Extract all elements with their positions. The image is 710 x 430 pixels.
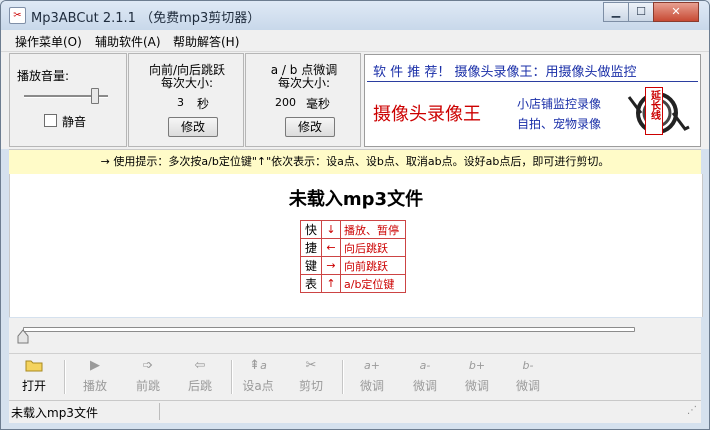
app-window: ✂ Mp3ABCut 2.1.1 （免费mp3剪切器） ▁ ☐ ✕ 操作菜单(O… [0,0,710,430]
ad-badge: 延长线 [645,87,663,135]
shortcut-row: 表 ↑ a/b定位键 [300,274,406,293]
shortcut-arrow-icon: ↓ [321,220,341,239]
usage-tip-bar: → 使用提示：多次按a/b定位键"↑"依次表示：设a点、设b点、取消ab点。设好… [9,149,701,175]
cut-button[interactable]: ✂ 剪切 [290,358,332,394]
forward-jump-icon: ➩ [142,358,154,373]
cut-label: 剪切 [298,379,323,393]
ab-adjust-value: 200 [275,96,296,109]
b-minus-adjust-button[interactable]: b- 微调 [507,358,549,394]
jump-subtitle: 每次大小: [160,76,214,90]
jump-backward-button[interactable]: ⇦ 后跳 [179,358,221,394]
seek-thumb[interactable] [17,329,29,344]
seek-area [9,318,701,353]
shortcut-action: 播放、暂停 [340,220,406,239]
b-plus-adjust-button[interactable]: b+ 微调 [456,358,498,394]
close-button[interactable]: ✕ [653,2,699,22]
b-minus-icon: b- [522,359,534,372]
backward-jump-icon: ⇦ [194,358,206,373]
volume-label: 播放音量: [17,69,70,83]
toolbar-separator [231,360,233,394]
minimize-button[interactable]: ▁ [603,2,629,22]
ad-line-2: 自拍、宠物录像 [517,117,602,131]
jump-forward-label: 前跳 [135,379,160,393]
status-bar: 未载入mp3文件 ⋰ [9,400,701,423]
mute-label: 静音 [62,115,87,129]
a-plus-icon: a+ [364,359,380,372]
jump-group: 向前/向后跳跃 每次大小: 3 秒 修改 [128,53,244,147]
shortcut-key-char: 捷 [300,238,322,257]
a-minus-label: 微调 [412,379,437,393]
maximize-button[interactable]: ☐ [628,2,654,22]
ab-adjust-edit-button[interactable]: 修改 [285,117,335,137]
menu-help[interactable]: 帮助解答(H) [173,33,239,50]
toolbar-separator [64,360,66,394]
set-a-point-button[interactable]: ⇞a 设a点 [237,358,279,394]
shortcut-action: 向后跳跃 [340,238,406,257]
window-title: Mp3ABCut 2.1.1 （免费mp3剪切器） [31,11,261,26]
a-plus-adjust-button[interactable]: a+ 微调 [351,358,393,394]
jump-unit: 秒 [197,97,210,111]
set-a-point-label: 设a点 [242,379,274,393]
jump-value: 3 [177,96,184,109]
status-text: 未载入mp3文件 [11,406,98,420]
no-file-heading: 未载入mp3文件 [288,189,424,210]
toolbar-separator [342,360,344,394]
a-minus-adjust-button[interactable]: a- 微调 [404,358,446,394]
shortcut-key-char: 键 [300,256,322,275]
shortcut-arrow-icon: → [321,256,341,275]
b-plus-label: 微调 [464,379,489,393]
seek-track[interactable] [23,327,635,332]
shortcut-row: 键 → 向前跳跃 [300,256,406,275]
ab-adjust-subtitle: 每次大小: [277,76,331,90]
jump-edit-button[interactable]: 修改 [168,117,218,137]
play-icon: ▶ [90,358,100,373]
b-minus-label: 微调 [515,379,540,393]
shortcut-arrow-icon: ← [321,238,341,257]
menu-operations[interactable]: 操作菜单(O) [15,33,82,50]
ad-banner[interactable]: 软 件 推 荐！ 摄像头录像王：用摄像头做监控 摄像头录像王 小店铺监控录像 自… [364,54,701,147]
shortcut-action: a/b定位键 [340,274,406,293]
resize-grip-icon[interactable]: ⋰ [687,405,697,416]
shortcut-action: 向前跳跃 [340,256,406,275]
shortcut-key-char: 表 [300,274,322,293]
folder-icon [13,358,55,374]
set-a-point-icon: ⇞a [249,358,267,373]
title-bar[interactable]: ✂ Mp3ABCut 2.1.1 （免费mp3剪切器） ▁ ☐ ✕ [1,1,709,30]
a-minus-icon: a- [419,359,431,372]
shortcut-key-char: 快 [300,220,322,239]
shortcut-row: 快 ↓ 播放、暂停 [300,220,406,239]
waveform-area: 未载入mp3文件 快 ↓ 播放、暂停捷 ← 向后跳跃键 → 向前跳跃表 ↑ a/b定位键 [9,174,703,317]
play-button[interactable]: ▶ 播放 [74,358,116,394]
ad-product-name[interactable]: 摄像头录像王 [373,100,481,126]
volume-group: 播放音量: 静音 [9,53,127,147]
jump-backward-label: 后跳 [187,379,212,393]
toolbar: 打开 ▶ 播放 ➩ 前跳 ⇦ 后跳 ⇞a 设a点 ✂ 剪切 a+ 微调 a- 微… [9,353,701,400]
shortcut-row: 捷 ← 向后跳跃 [300,238,406,257]
ab-adjust-group: a / b 点微调 每次大小: 200 毫秒 修改 [245,53,361,147]
ad-badge-text: 延长线 [648,90,660,120]
jump-forward-button[interactable]: ➩ 前跳 [127,358,169,394]
scissors-app-icon[interactable]: ✂ [9,7,26,24]
a-plus-label: 微调 [359,379,384,393]
shortcut-arrow-icon: ↑ [321,274,341,293]
ab-adjust-unit: 毫秒 [306,97,331,111]
scissors-icon: ✂ [305,358,317,373]
b-plus-icon: b+ [468,359,486,372]
open-button[interactable]: 打开 [13,358,55,394]
play-label: 播放 [82,379,107,393]
menu-tools[interactable]: 辅助软件(A) [95,33,161,50]
menu-bar: 操作菜单(O) 辅助软件(A) 帮助解答(H) [1,30,709,52]
ad-line-1: 小店铺监控录像 [517,97,602,111]
volume-slider-thumb[interactable] [91,88,100,104]
open-label: 打开 [21,379,46,393]
status-divider [159,403,160,420]
mute-checkbox[interactable] [44,114,57,127]
ad-headline[interactable]: 软 件 推 荐！ 摄像头录像王：用摄像头做监控 [373,61,637,80]
shortcut-table: 快 ↓ 播放、暂停捷 ← 向后跳跃键 → 向前跳跃表 ↑ a/b定位键 [300,220,406,293]
ad-divider [367,81,698,82]
